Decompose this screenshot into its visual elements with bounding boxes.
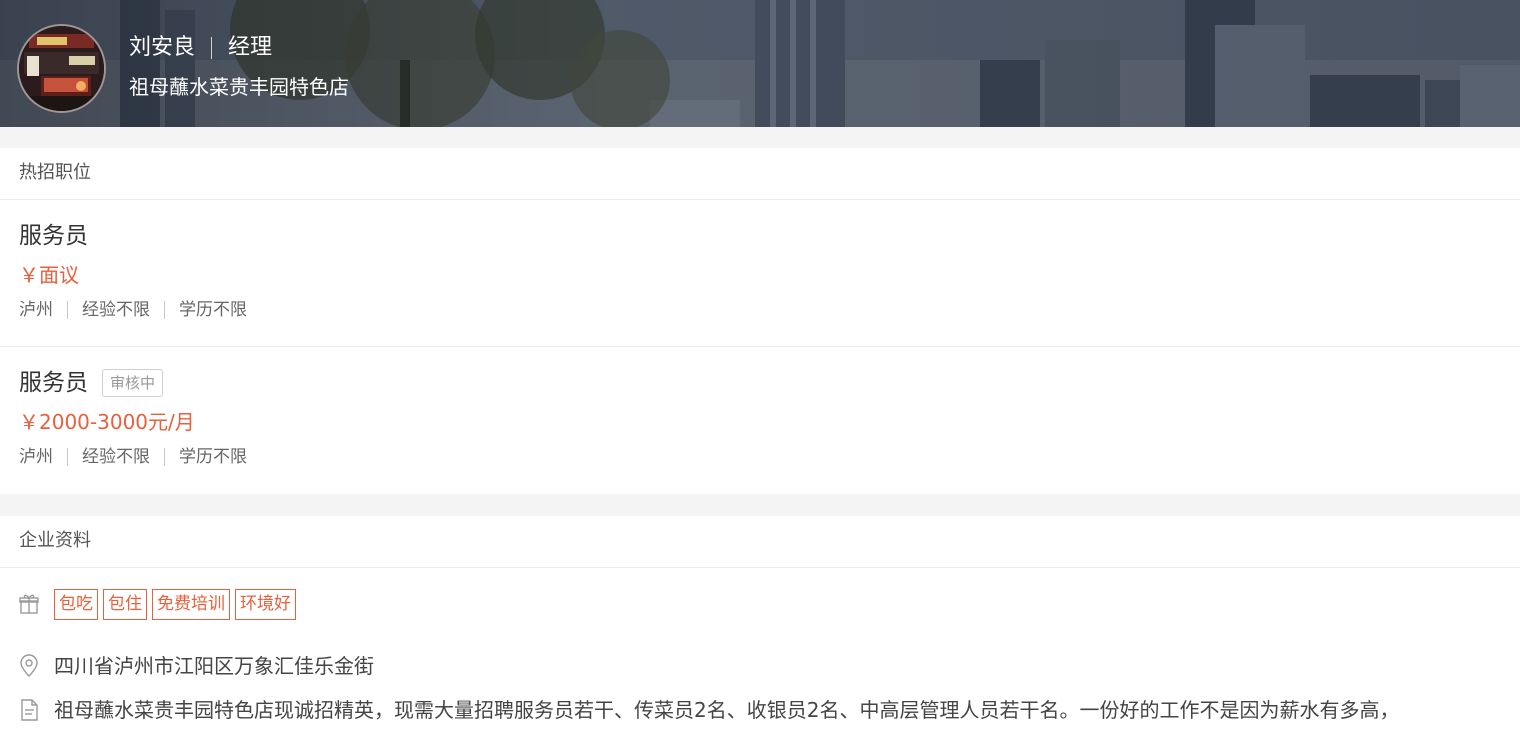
job-meta: 泸州 经验不限 学历不限 — [19, 296, 1520, 324]
address-row[interactable]: 四川省泸州市江阳区万象汇佳乐金街 — [0, 651, 1520, 681]
hot-jobs-section: 热招职位 服务员 ￥面议 泸州 经验不限 学历不限 服务员 审核中 ￥2000-… — [0, 148, 1520, 494]
description-row: 祖母蘸水菜贵丰园特色店现诚招精英，现需大量招聘服务员若干、传菜员2名、收银员2名… — [0, 695, 1520, 725]
contact-name: 刘安良 — [129, 35, 196, 60]
company-address: 四川省泸州市江阳区万象汇佳乐金街 — [54, 654, 374, 678]
gift-icon — [18, 592, 40, 616]
job-city: 泸州 — [19, 447, 53, 467]
review-status-badge: 审核中 — [102, 369, 164, 397]
benefit-tag: 环境好 — [235, 588, 296, 620]
restaurant-storefront-icon — [19, 26, 104, 111]
job-item[interactable]: 服务员 ￥面议 泸州 经验不限 学历不限 — [0, 200, 1520, 346]
job-meta: 泸州 经验不限 学历不限 — [19, 443, 1520, 471]
job-experience: 经验不限 — [82, 447, 150, 467]
divider — [67, 448, 68, 466]
job-item[interactable]: 服务员 审核中 ￥2000-3000元/月 泸州 经验不限 学历不限 — [0, 346, 1520, 494]
job-experience: 经验不限 — [82, 300, 150, 320]
document-icon — [18, 698, 40, 722]
divider — [164, 448, 165, 466]
benefit-tags: 包吃 包住 免费培训 环境好 — [54, 588, 301, 620]
section-title: 企业资料 — [0, 516, 1520, 568]
job-education: 学历不限 — [179, 300, 247, 320]
job-name-row: 服务员 — [19, 200, 1520, 252]
company-info-section: 企业资料 包吃 包住 免费培训 环境好 四川省泸州市江阳区万象汇佳乐金街 祖母蘸… — [0, 516, 1520, 754]
location-pin-icon — [18, 654, 40, 678]
job-salary: ￥面议 — [19, 263, 79, 287]
profile-header: 刘安良 经理 祖母蘸水菜贵丰园特色店 — [0, 0, 1520, 127]
benefit-tag: 免费培训 — [152, 588, 230, 620]
divider — [67, 301, 68, 319]
divider — [211, 37, 213, 59]
job-city: 泸州 — [19, 300, 53, 320]
page: 刘安良 经理 祖母蘸水菜贵丰园特色店 热招职位 服务员 ￥面议 泸州 经验不限 … — [0, 0, 1520, 754]
avatar[interactable] — [17, 24, 106, 113]
company-name: 祖母蘸水菜贵丰园特色店 — [129, 75, 349, 99]
header-info: 刘安良 经理 祖母蘸水菜贵丰园特色店 — [129, 32, 349, 102]
job-name: 服务员 — [19, 370, 88, 396]
divider — [164, 301, 165, 319]
company-description: 祖母蘸水菜贵丰园特色店现诚招精英，现需大量招聘服务员若干、传菜员2名、收银员2名… — [54, 698, 1400, 722]
job-education: 学历不限 — [179, 447, 247, 467]
benefits-row: 包吃 包住 免费培训 环境好 — [0, 588, 1520, 620]
contact-line: 刘安良 经理 — [129, 32, 349, 64]
job-name-row: 服务员 审核中 — [19, 347, 1520, 399]
benefit-tag: 包住 — [103, 588, 147, 620]
job-salary: ￥2000-3000元/月 — [19, 410, 195, 434]
contact-role: 经理 — [228, 35, 273, 60]
job-name: 服务员 — [19, 223, 88, 249]
section-title: 热招职位 — [0, 148, 1520, 200]
benefit-tag: 包吃 — [54, 588, 98, 620]
